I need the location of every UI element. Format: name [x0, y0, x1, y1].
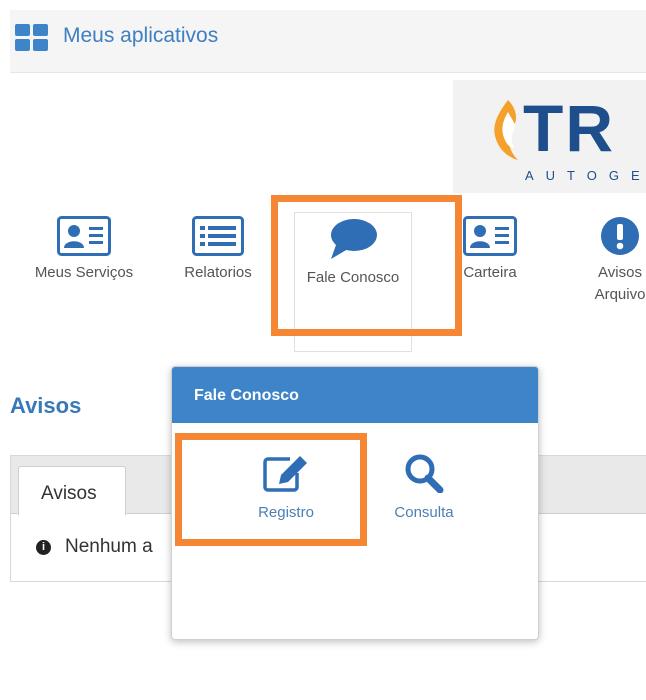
id-card-icon: [463, 216, 517, 256]
service-label: Avisos Arquivo: [594, 264, 646, 303]
service-label: Relatorios: [184, 264, 252, 281]
info-icon: i: [36, 540, 51, 555]
logo-subtitle: AUTOGE: [525, 168, 646, 183]
list-icon: [192, 216, 244, 256]
exclamation-icon: [601, 217, 639, 255]
highlight-frame-registro: [175, 433, 367, 546]
notice-row: i Nenhum a: [36, 536, 153, 558]
tab-avisos[interactable]: Avisos: [18, 466, 126, 515]
service-label: Meus Serviços: [34, 264, 134, 281]
consulta-label: Consulta: [394, 504, 454, 521]
popup-title: Fale Conosco: [194, 387, 299, 404]
apps-grid-icon[interactable]: [15, 24, 49, 52]
logo-text: TR: [523, 91, 615, 165]
highlight-frame-fale-conosco: [271, 195, 462, 336]
service-meus-servicos[interactable]: Meus Serviços: [22, 216, 146, 284]
top-bar: Meus aplicativos: [10, 10, 646, 73]
id-card-icon: [57, 216, 111, 256]
section-title: Avisos: [10, 393, 82, 418]
tab-label: Avisos: [41, 483, 97, 504]
notice-text: Nenhum a: [65, 536, 153, 557]
service-carteira[interactable]: Carteira: [455, 216, 525, 284]
consulta-button[interactable]: Consulta: [374, 453, 474, 521]
flame-logo-icon: [494, 100, 518, 160]
service-avisos-arquivo[interactable]: Avisos Arquivo: [580, 216, 646, 306]
popup-header: Fale Conosco: [172, 367, 538, 423]
apps-title[interactable]: Meus aplicativos: [63, 24, 218, 48]
company-logo: TR AUTOGE: [453, 80, 646, 193]
service-relatorios[interactable]: Relatorios: [168, 216, 268, 284]
search-icon: [405, 454, 444, 494]
service-label: Carteira: [463, 264, 517, 281]
